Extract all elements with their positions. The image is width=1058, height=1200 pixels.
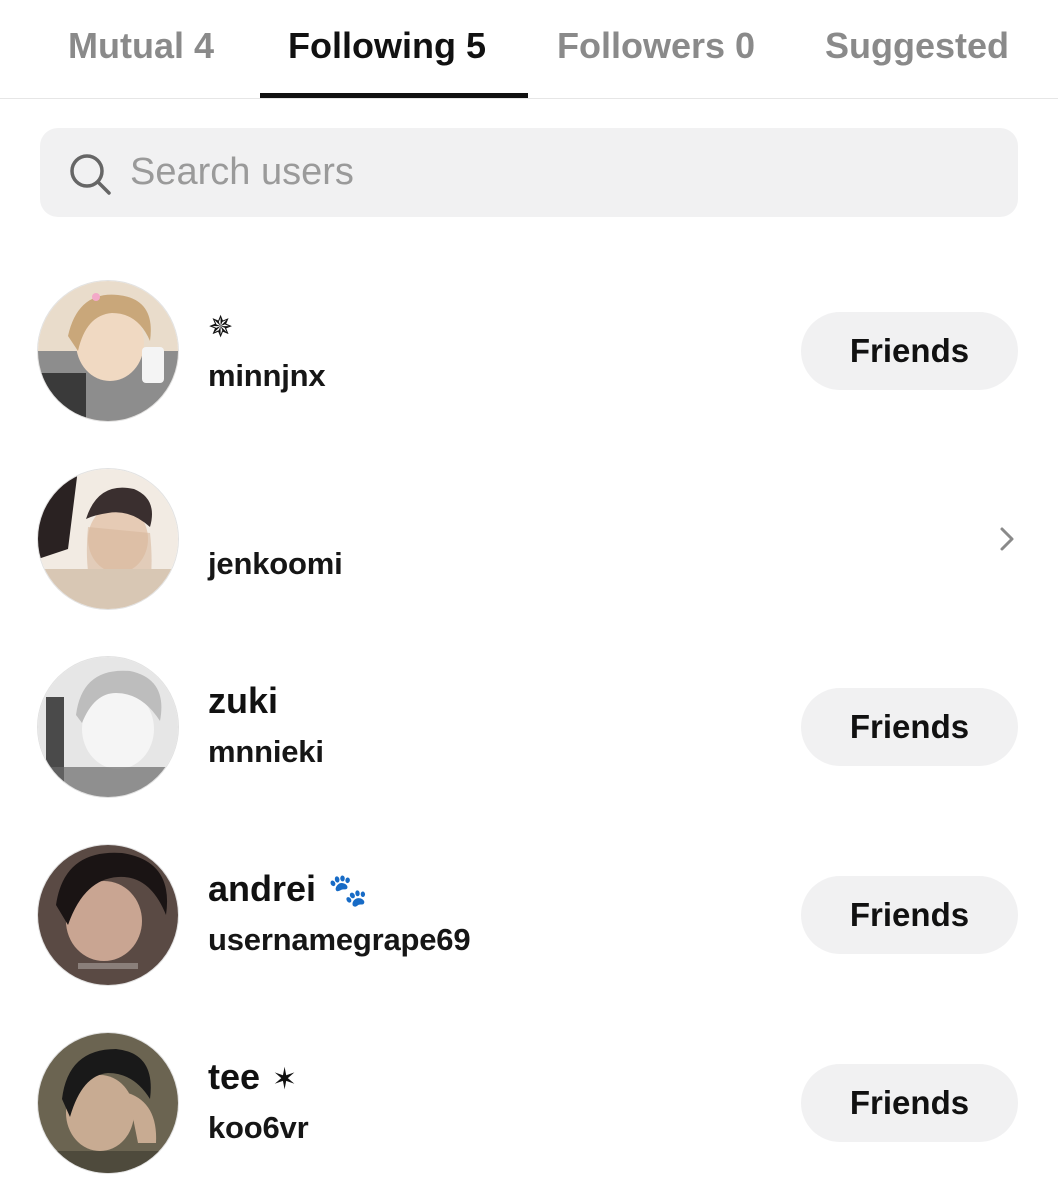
user-list-item[interactable]: zuki mnnieki Friends — [0, 652, 1058, 802]
search-bar[interactable] — [40, 128, 1018, 217]
tab-mutual[interactable]: Mutual 4 — [68, 22, 214, 70]
display-name: zuki — [208, 680, 279, 721]
star-emoji-icon: ✶ — [272, 1063, 298, 1096]
avatar[interactable] — [38, 845, 178, 985]
user-list-item[interactable]: ✵ minnjnx Friends — [0, 276, 1058, 426]
search-input[interactable] — [130, 128, 990, 217]
search-icon — [70, 154, 111, 195]
username: mnnieki — [208, 734, 324, 769]
avatar[interactable] — [38, 657, 178, 797]
sparkle-emoji-icon: ✵ — [208, 311, 234, 344]
chevron-right-icon[interactable] — [993, 521, 1021, 557]
avatar[interactable] — [38, 281, 178, 421]
avatar[interactable] — [38, 469, 178, 609]
avatar[interactable] — [38, 1033, 178, 1173]
tab-bar: Mutual 4 Following 5 Followers 0 Suggest… — [0, 0, 1058, 99]
display-name: andrei 🐾 — [208, 868, 368, 910]
user-list-item[interactable]: tee ✶ koo6vr Friends — [0, 1028, 1058, 1178]
friends-button[interactable]: Friends — [801, 876, 1018, 954]
tab-suggested[interactable]: Suggested — [825, 22, 1009, 70]
username: usernamegrape69 — [208, 922, 471, 957]
tab-following[interactable]: Following 5 — [288, 22, 486, 70]
username: minnjnx — [208, 358, 326, 393]
username: jenkoomi — [208, 546, 343, 581]
friends-button[interactable]: Friends — [801, 312, 1018, 390]
username: koo6vr — [208, 1110, 309, 1145]
paw-prints-emoji-icon: 🐾 — [328, 872, 368, 908]
display-name: tee ✶ — [208, 1056, 297, 1098]
active-tab-indicator — [260, 93, 528, 98]
display-name-text: tee — [208, 1056, 261, 1097]
friends-button[interactable]: Friends — [801, 1064, 1018, 1142]
tab-followers[interactable]: Followers 0 — [557, 22, 755, 70]
display-name: ✵ — [208, 304, 233, 346]
display-name-text: andrei — [208, 868, 317, 909]
user-list-item[interactable]: andrei 🐾 usernamegrape69 Friends — [0, 840, 1058, 990]
user-list-item[interactable]: jenkoomi — [0, 464, 1058, 614]
friends-button[interactable]: Friends — [801, 688, 1018, 766]
